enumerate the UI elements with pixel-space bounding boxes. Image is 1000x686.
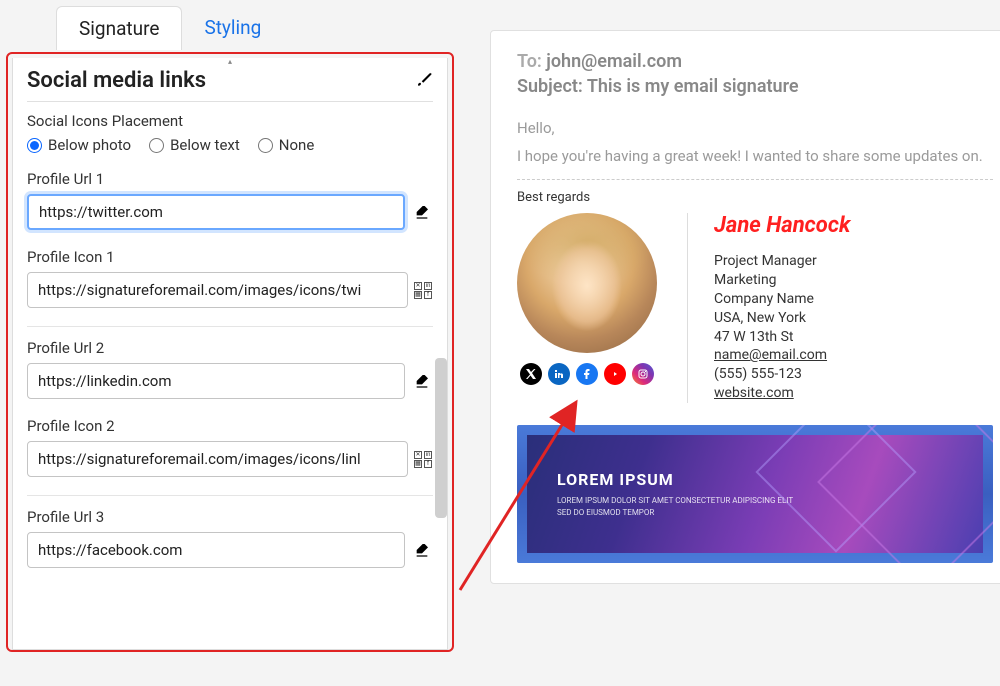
facebook-icon[interactable]: [576, 363, 598, 385]
profile-url-1-label: Profile Url 1: [27, 170, 433, 188]
signature-address: 47 W 13th St: [714, 328, 850, 347]
x-twitter-icon[interactable]: [520, 363, 542, 385]
tab-signature[interactable]: Signature: [56, 6, 182, 50]
email-body: I hope you're having a great week! I wan…: [517, 147, 993, 165]
signature-role: Project Manager: [714, 252, 850, 271]
profile-icon-1-input[interactable]: [27, 272, 408, 308]
signature-phone: (555) 555-123: [714, 365, 850, 384]
radio-below-photo-input[interactable]: [27, 138, 42, 153]
signature-block: Jane Hancock Project Manager Marketing C…: [517, 213, 993, 403]
signature-dept: Marketing: [714, 271, 850, 290]
radio-below-photo[interactable]: Below photo: [27, 136, 131, 154]
tab-styling[interactable]: Styling: [182, 6, 283, 50]
profile-url-2-label: Profile Url 2: [27, 339, 433, 357]
avatar-image: [517, 213, 657, 353]
radio-none[interactable]: None: [258, 136, 315, 154]
signature-location: USA, New York: [714, 309, 850, 328]
profile-url-1-input[interactable]: [27, 194, 405, 230]
youtube-icon[interactable]: [604, 363, 626, 385]
icon-palette-1[interactable]: ✕in▦f: [414, 282, 433, 299]
clear-url-3-button[interactable]: [411, 541, 433, 559]
brush-icon[interactable]: [415, 70, 433, 92]
profile-url-3-input[interactable]: [27, 532, 405, 568]
placement-radio-group: Below photo Below text None: [27, 136, 433, 154]
email-hello: Hello,: [517, 119, 993, 137]
radio-below-text[interactable]: Below text: [149, 136, 240, 154]
radio-below-photo-label: Below photo: [48, 136, 131, 154]
section-title: Social media links: [27, 68, 206, 93]
banner-subtitle: LOREM IPSUM DOLOR SIT AMET CONSECTETUR A…: [557, 495, 797, 517]
instagram-icon[interactable]: [632, 363, 654, 385]
regards-text: Best regards: [517, 190, 993, 205]
clear-url-1-button[interactable]: [411, 203, 433, 221]
email-preview: To: john@email.com Subject: This is my e…: [490, 30, 1000, 584]
signature-company: Company Name: [714, 290, 850, 309]
profile-icon-2-input[interactable]: [27, 441, 408, 477]
profile-icon-1-label: Profile Icon 1: [27, 248, 433, 266]
radio-none-input[interactable]: [258, 138, 273, 153]
profile-url-2-input[interactable]: [27, 363, 405, 399]
tab-bar: Signature Styling: [6, 6, 454, 50]
profile-icon-2-label: Profile Icon 2: [27, 417, 433, 435]
placement-label: Social Icons Placement: [27, 112, 433, 130]
radio-below-text-label: Below text: [170, 136, 240, 154]
email-subject-line: Subject: This is my email signature: [517, 76, 993, 97]
clear-url-2-button[interactable]: [411, 372, 433, 390]
email-to-line: To: john@email.com: [517, 51, 993, 72]
radio-none-label: None: [279, 136, 315, 154]
banner-title: LOREM IPSUM: [557, 470, 983, 489]
icon-palette-2[interactable]: ✕in▦f: [414, 451, 433, 468]
signature-website[interactable]: website.com: [714, 384, 850, 403]
profile-url-3-label: Profile Url 3: [27, 508, 433, 526]
settings-panel: ▴ Social media links Social Icons Placem…: [12, 58, 448, 650]
signature-email[interactable]: name@email.com: [714, 346, 850, 365]
scrollbar-thumb[interactable]: [435, 358, 447, 518]
linkedin-icon[interactable]: [548, 363, 570, 385]
highlight-outline: ▴ Social media links Social Icons Placem…: [6, 52, 454, 652]
signature-name: Jane Hancock: [714, 213, 850, 238]
scroll-up-indicator[interactable]: ▴: [13, 58, 447, 64]
promo-banner: LOREM IPSUM LOREM IPSUM DOLOR SIT AMET C…: [517, 425, 993, 563]
social-icons-row: [520, 363, 654, 385]
divider: [517, 179, 993, 180]
radio-below-text-input[interactable]: [149, 138, 164, 153]
